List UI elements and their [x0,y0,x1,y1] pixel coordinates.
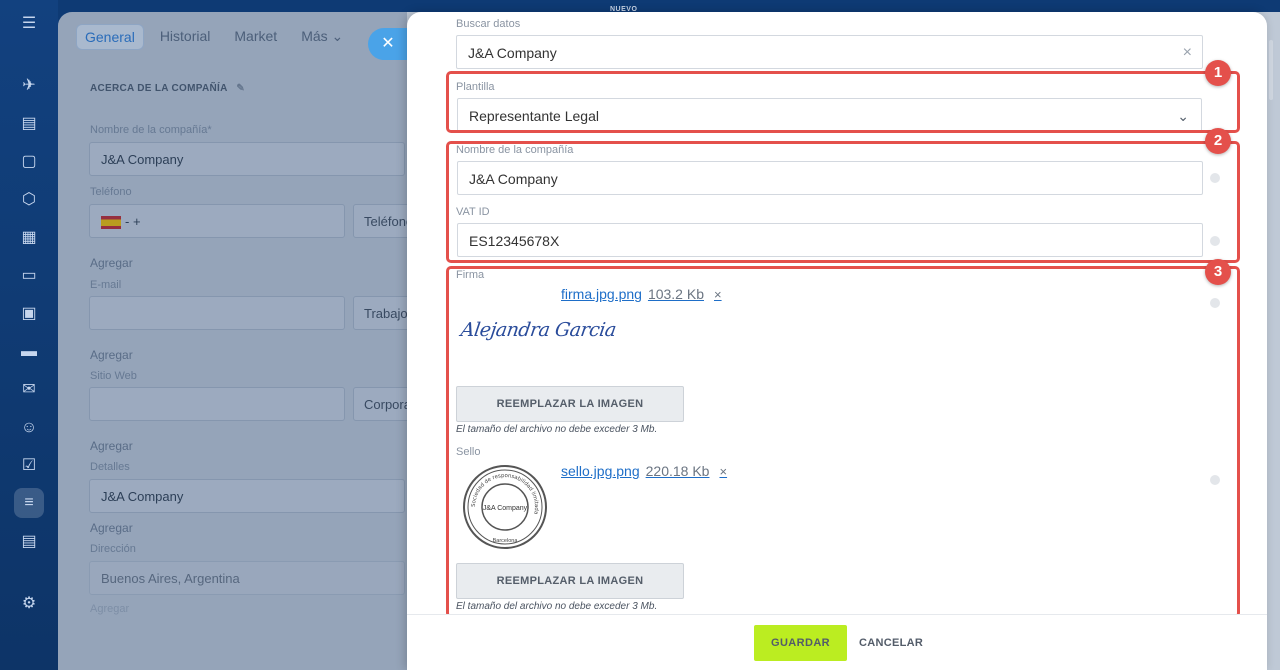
email-label: E-mail [90,279,122,291]
step-badge-1: 1 [1205,60,1231,86]
add-website-link[interactable]: Agregar [90,439,133,453]
signature-file-link[interactable]: firma.jpg.png 103.2 Kb × [561,286,722,302]
panel-content: Buscar datos J&A Company × Plantilla Rep… [425,12,1248,618]
field-settings-icon[interactable] [1210,298,1220,308]
field-settings-icon[interactable] [1210,236,1220,246]
field-settings-icon[interactable] [1210,475,1220,485]
menu-icon[interactable]: ☰ [19,14,39,34]
chat-icon[interactable]: ▢ [19,152,39,172]
signature-file-size: 103.2 Kb [647,286,704,302]
cancel-button[interactable]: CANCELAR [859,625,923,661]
template-label: Plantilla [456,81,495,93]
signature-image: Alejandra Garcia [459,319,618,341]
checkbox-icon[interactable]: ☑ [19,456,39,476]
details-field[interactable]: J&A Company [89,479,405,513]
scrollbar[interactable] [1269,40,1273,100]
signature-label: Firma [456,269,485,281]
details-label: Detalles [90,461,130,473]
tab-more[interactable]: Más ⌄ [293,24,351,50]
panel-footer: GUARDAR CANCELAR [407,614,1267,670]
section-title-text: ACERCA DE LA COMPAÑÍA [90,83,228,94]
field-settings-icon[interactable] [1210,173,1220,183]
phone-type-select[interactable]: Teléfono [353,204,413,238]
document-icon[interactable]: ▭ [19,266,39,286]
remove-signature-icon[interactable]: × [714,287,722,302]
settings-icon[interactable]: ⚙ [19,594,39,614]
website-field[interactable] [89,387,345,421]
seal-city-text: Barcelona [493,538,519,544]
hexagon-icon[interactable]: ⬡ [19,190,39,210]
tasks-icon[interactable]: ▤ [19,114,39,134]
stamp-file-size: 220.18 Kb [645,463,710,479]
remove-stamp-icon[interactable]: × [719,464,727,479]
seal-center-text: J&A Company [483,505,528,512]
stamp-image: Sociedad de responsabilidad limitada J&A… [463,465,547,549]
close-panel-button[interactable]: ✕ [368,28,408,60]
template-select[interactable]: Representante Legal ⌄ [457,98,1202,132]
vat-label: VAT ID [456,206,490,218]
vat-value: ES12345678X [469,233,560,249]
add-email-link[interactable]: Agregar [90,348,133,362]
card-icon[interactable]: ▬ [19,342,39,362]
search-label: Buscar datos [456,18,521,30]
step-badge-3: 3 [1205,259,1231,285]
stamp-label: Sello [456,446,481,458]
search-input[interactable]: J&A Company × [456,35,1203,69]
card-tabs: General Historial Market Más ⌄ [76,24,351,50]
tab-historial[interactable]: Historial [152,24,219,50]
stamp-file-name[interactable]: sello.jpg.png [561,463,640,479]
website-label: Sitio Web [90,370,137,382]
clear-icon[interactable]: × [1183,36,1192,70]
company-name-value: J&A Company [469,171,558,187]
stamp-file-link[interactable]: sello.jpg.png 220.18 Kb × [561,463,727,479]
phone-field[interactable]: - + [89,204,345,238]
template-value: Representante Legal [469,108,599,124]
address-field[interactable]: Buenos Aires, Argentina [89,561,405,595]
signature-size-hint: El tamaño del archivo no debe exceder 3 … [456,424,658,435]
phone-label: Teléfono [90,186,132,198]
tab-general[interactable]: General [76,24,144,50]
phone-prefix: - + [125,214,141,229]
company-name-field[interactable]: J&A Company [89,142,405,176]
address-label: Dirección [90,543,136,555]
website-type-select[interactable]: Corporativo [353,387,413,421]
chevron-down-icon: ⌄ [1177,108,1189,124]
close-icon: ✕ [381,35,395,52]
id-card-icon[interactable]: ▤ [19,532,39,552]
add-phone-link[interactable]: Agregar [90,256,133,270]
company-name-input[interactable]: J&A Company [457,161,1203,195]
search-value: J&A Company [468,45,557,61]
requisites-panel: Buscar datos J&A Company × Plantilla Rep… [407,12,1267,670]
replace-stamp-button[interactable]: REEMPLAZAR LA IMAGEN [456,563,684,599]
about-company-title: ACERCA DE LA COMPAÑÍA ✎ [90,83,245,94]
rocket-icon[interactable]: ✈ [19,76,39,96]
add-details-link[interactable]: Agregar [90,521,133,535]
email-type-select[interactable]: Trabajo [353,296,413,330]
stamp-size-hint: El tamaño del archivo no debe exceder 3 … [456,601,658,612]
calendar-icon[interactable]: ▦ [19,228,39,248]
save-button[interactable]: GUARDAR [754,625,847,661]
signature-file-name[interactable]: firma.jpg.png [561,286,642,302]
tab-market[interactable]: Market [226,24,285,50]
contacts-icon[interactable]: ☺ [19,418,39,438]
edit-icon[interactable]: ✎ [236,83,245,94]
replace-signature-button[interactable]: REEMPLAZAR LA IMAGEN [456,386,684,422]
left-sidebar: ☰ ✈ ▤ ▢ ⬡ ▦ ▭ ▣ ▬ ✉ ☺ ☑ ≡ ▤ ⚙ [0,0,58,670]
address-add-link[interactable]: Agregar [90,603,129,615]
company-name-label: Nombre de la compañía* [90,124,212,136]
dashboard-icon[interactable]: ▣ [19,304,39,324]
email-field[interactable] [89,296,345,330]
spain-flag-icon [101,216,121,230]
filter-icon[interactable]: ≡ [14,488,44,518]
mail-icon[interactable]: ✉ [19,380,39,400]
vat-input[interactable]: ES12345678X [457,223,1203,257]
company-name-label-panel: Nombre de la compañía [456,144,574,156]
step-badge-2: 2 [1205,128,1231,154]
